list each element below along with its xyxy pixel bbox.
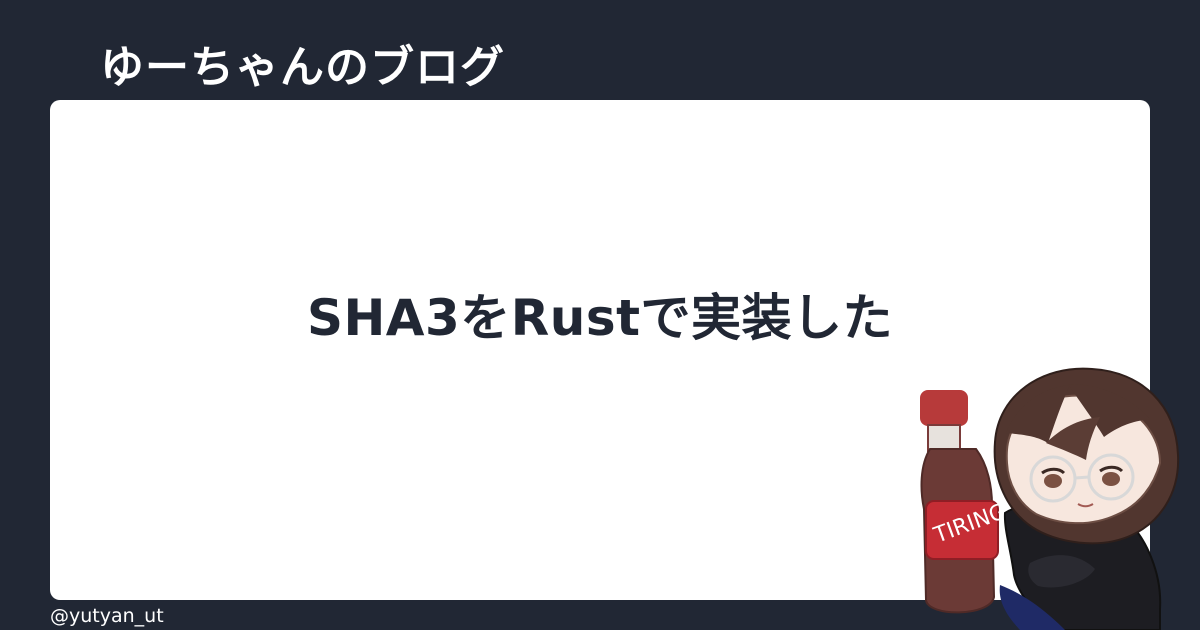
author-handle: @yutyan_ut [50,605,164,627]
ogp-card-frame: ゆーちゃんのブログ SHA3をRustで実装した @yutyan_ut TIRI… [0,0,1200,630]
cola-bottle-icon: TIRING [920,390,1010,614]
person-head [993,367,1180,545]
author-mascot-illustration: TIRING [920,367,1180,630]
blog-title: ゆーちゃんのブログ [100,42,505,93]
post-title: SHA3をRustで実装した [306,289,894,347]
